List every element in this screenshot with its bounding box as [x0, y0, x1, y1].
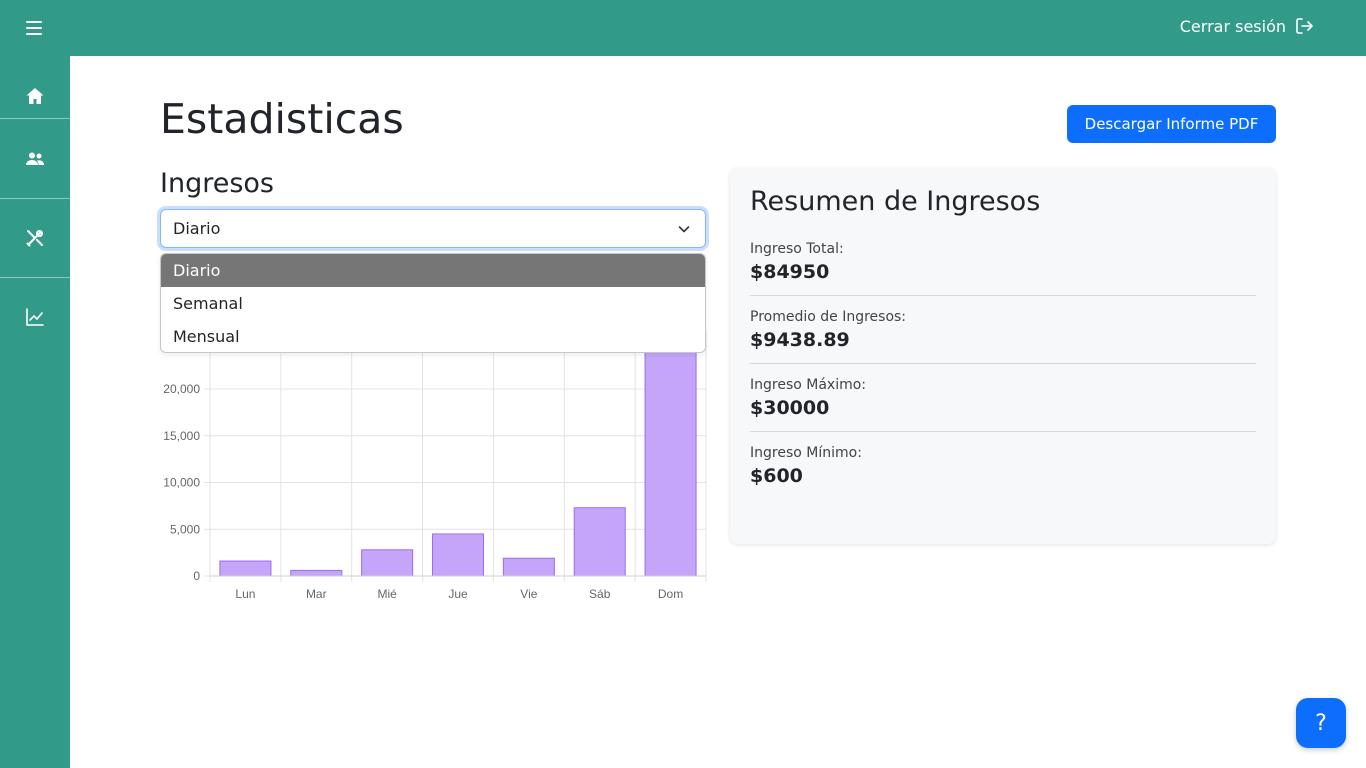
income-summary-card: Resumen de Ingresos Ingreso Total: $8495… — [730, 168, 1276, 544]
period-dropdown: Diario Semanal Mensual — [160, 253, 706, 353]
hamburger-menu-icon[interactable] — [22, 16, 48, 40]
download-pdf-button[interactable]: Descargar Informe PDF — [1067, 105, 1276, 143]
ingresos-title: Ingresos — [160, 168, 274, 199]
summary-label: Ingreso Total: — [750, 241, 844, 257]
period-select[interactable]: Diario — [160, 209, 706, 248]
x-tick-label: Jue — [448, 587, 468, 601]
chart-line-icon — [26, 307, 44, 326]
chevron-down-icon — [678, 226, 690, 233]
sidebar-item-statistics[interactable] — [0, 277, 70, 356]
bar-mié — [361, 549, 414, 577]
summary-value: $30000 — [750, 397, 830, 419]
users-icon — [26, 152, 44, 165]
summary-value: $600 — [750, 465, 803, 487]
logout-label: Cerrar sesión — [1179, 16, 1286, 36]
x-tick-label: Dom — [658, 587, 683, 601]
summary-title: Resumen de Ingresos — [750, 186, 1041, 217]
x-tick-label: Mar — [306, 587, 327, 601]
page-title: Estadisticas — [160, 95, 404, 143]
sidebar — [0, 56, 70, 768]
bar-sáb — [573, 507, 626, 577]
summary-item-min: Ingreso Mínimo: $600 — [750, 445, 1256, 499]
period-option-diario[interactable]: Diario — [161, 254, 705, 287]
summary-label: Promedio de Ingresos: — [750, 309, 907, 325]
income-bar-chart: 0 5,000 10,000 15,000 20,000 Lun Mar Mié Jue Vie S… — [163, 330, 707, 601]
x-tick-label: Mié — [377, 587, 397, 601]
bar-lun — [219, 560, 272, 577]
summary-label: Ingreso Mínimo: — [750, 445, 862, 461]
bar-dom — [644, 330, 697, 577]
x-tick-label: Vie — [520, 587, 537, 601]
summary-item-average: Promedio de Ingresos: $9438.89 — [750, 309, 1256, 364]
summary-label: Ingreso Máximo: — [750, 377, 867, 393]
y-tick-label: 20,000 — [163, 382, 200, 396]
bar-vie — [502, 557, 555, 577]
y-tick-label: 10,000 — [163, 476, 200, 490]
y-tick-label: 0 — [193, 569, 200, 583]
top-bar: Cerrar sesión — [0, 0, 1366, 56]
period-option-mensual[interactable]: Mensual — [161, 320, 705, 352]
help-button[interactable]: ? — [1296, 698, 1346, 748]
x-tick-label: Sáb — [589, 587, 611, 601]
logout-icon — [1296, 18, 1313, 34]
tools-icon — [26, 229, 43, 246]
bar-mar — [290, 569, 343, 577]
summary-value: $9438.89 — [750, 329, 850, 351]
logout-button[interactable]: Cerrar sesión — [1180, 16, 1314, 36]
summary-item-max: Ingreso Máximo: $30000 — [750, 377, 1256, 432]
summary-value: $84950 — [750, 261, 830, 283]
home-icon — [26, 87, 44, 104]
period-option-semanal[interactable]: Semanal — [161, 287, 705, 320]
summary-item-total: Ingreso Total: $84950 — [750, 241, 1256, 296]
x-tick-label: Lun — [235, 587, 255, 601]
sidebar-item-users[interactable] — [0, 119, 70, 198]
period-select-value: Diario — [173, 219, 221, 238]
bar-jue — [431, 533, 485, 577]
sidebar-item-tools[interactable] — [0, 198, 70, 277]
y-tick-label: 15,000 — [163, 429, 200, 443]
y-tick-label: 5,000 — [170, 522, 200, 536]
